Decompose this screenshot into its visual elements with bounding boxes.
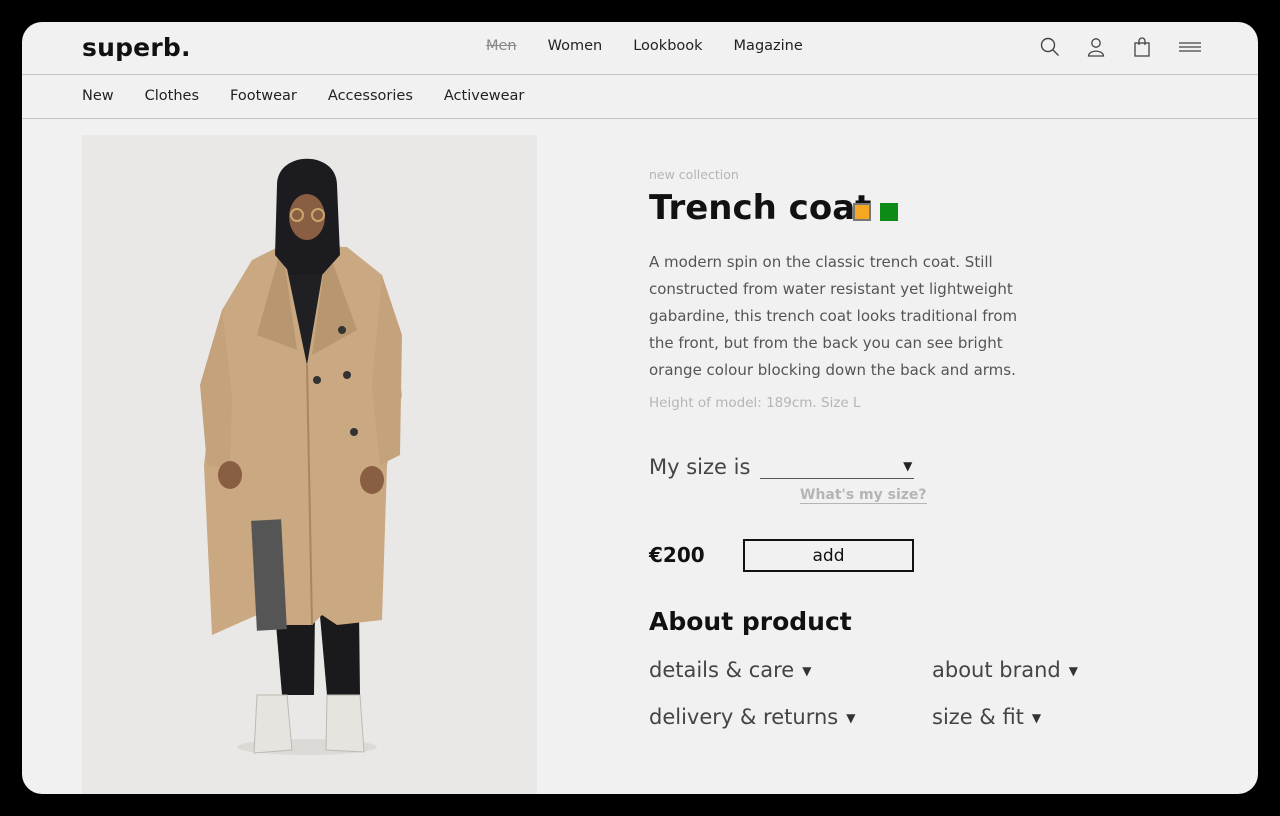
screen: superb. Men Women Lookbook Magazine New … bbox=[22, 22, 1258, 794]
product-price: €200 bbox=[649, 543, 705, 567]
chevron-down-icon: ▼ bbox=[802, 664, 812, 678]
search-icon[interactable] bbox=[1040, 36, 1060, 58]
brand-logo[interactable]: superb. bbox=[82, 33, 191, 62]
color-swatches bbox=[853, 203, 898, 221]
header-icons bbox=[1040, 36, 1202, 58]
product-description: A modern spin on the classic trench coat… bbox=[649, 253, 1018, 379]
add-to-cart-button[interactable]: add bbox=[743, 539, 914, 572]
category-accessories[interactable]: Accessories bbox=[328, 88, 413, 104]
category-footwear[interactable]: Footwear bbox=[230, 88, 297, 104]
accordion-label: size & fit bbox=[932, 705, 1024, 729]
chevron-down-icon: ▼ bbox=[903, 459, 913, 473]
main-nav: Men Women Lookbook Magazine bbox=[486, 38, 803, 54]
category-activewear[interactable]: Activewear bbox=[444, 88, 524, 104]
top-bar: superb. Men Women Lookbook Magazine bbox=[22, 22, 1258, 75]
model-illustration bbox=[200, 158, 402, 755]
size-select[interactable]: ▼ bbox=[760, 457, 915, 479]
model-note: Height of model: 189cm. Size L bbox=[649, 395, 861, 411]
accordion-delivery-returns[interactable]: delivery & returns ▼ bbox=[649, 705, 855, 729]
accordion-label: details & care bbox=[649, 658, 795, 682]
category-nav: New Clothes Footwear Accessories Activew… bbox=[82, 88, 524, 104]
size-label: My size is bbox=[649, 455, 751, 479]
accordion-details-care[interactable]: details & care ▼ bbox=[649, 658, 811, 682]
collection-label: new collection bbox=[649, 167, 739, 182]
category-bar: New Clothes Footwear Accessories Activew… bbox=[22, 75, 1258, 119]
size-help-link[interactable]: What's my size? bbox=[800, 487, 927, 504]
chevron-down-icon: ▼ bbox=[846, 711, 856, 725]
chevron-down-icon: ▼ bbox=[1068, 664, 1078, 678]
accordion-about-brand[interactable]: about brand ▼ bbox=[932, 658, 1078, 682]
chevron-down-icon: ▼ bbox=[1031, 711, 1042, 725]
about-heading: About product bbox=[649, 607, 852, 636]
accordion-size-fit[interactable]: size & fit ▼ bbox=[932, 705, 1041, 729]
color-swatch-green[interactable] bbox=[880, 203, 898, 221]
nav-item-women[interactable]: Women bbox=[548, 38, 603, 54]
product-title: Trench coat bbox=[649, 188, 872, 228]
category-new[interactable]: New bbox=[82, 88, 114, 104]
product-photo[interactable] bbox=[82, 135, 537, 794]
menu-icon[interactable] bbox=[1178, 36, 1202, 58]
category-clothes[interactable]: Clothes bbox=[145, 88, 199, 104]
nav-item-magazine[interactable]: Magazine bbox=[734, 38, 803, 54]
account-icon[interactable] bbox=[1086, 36, 1106, 58]
nav-item-lookbook[interactable]: Lookbook bbox=[633, 38, 702, 54]
size-row: My size is ▼ bbox=[649, 455, 915, 479]
accordion-label: delivery & returns bbox=[649, 705, 839, 729]
nav-item-men[interactable]: Men bbox=[486, 38, 517, 54]
accordion-label: about brand bbox=[932, 658, 1061, 682]
color-swatch-orange[interactable] bbox=[853, 203, 871, 221]
tablet-frame: superb. Men Women Lookbook Magazine New … bbox=[0, 0, 1280, 816]
bag-icon[interactable] bbox=[1132, 36, 1152, 58]
